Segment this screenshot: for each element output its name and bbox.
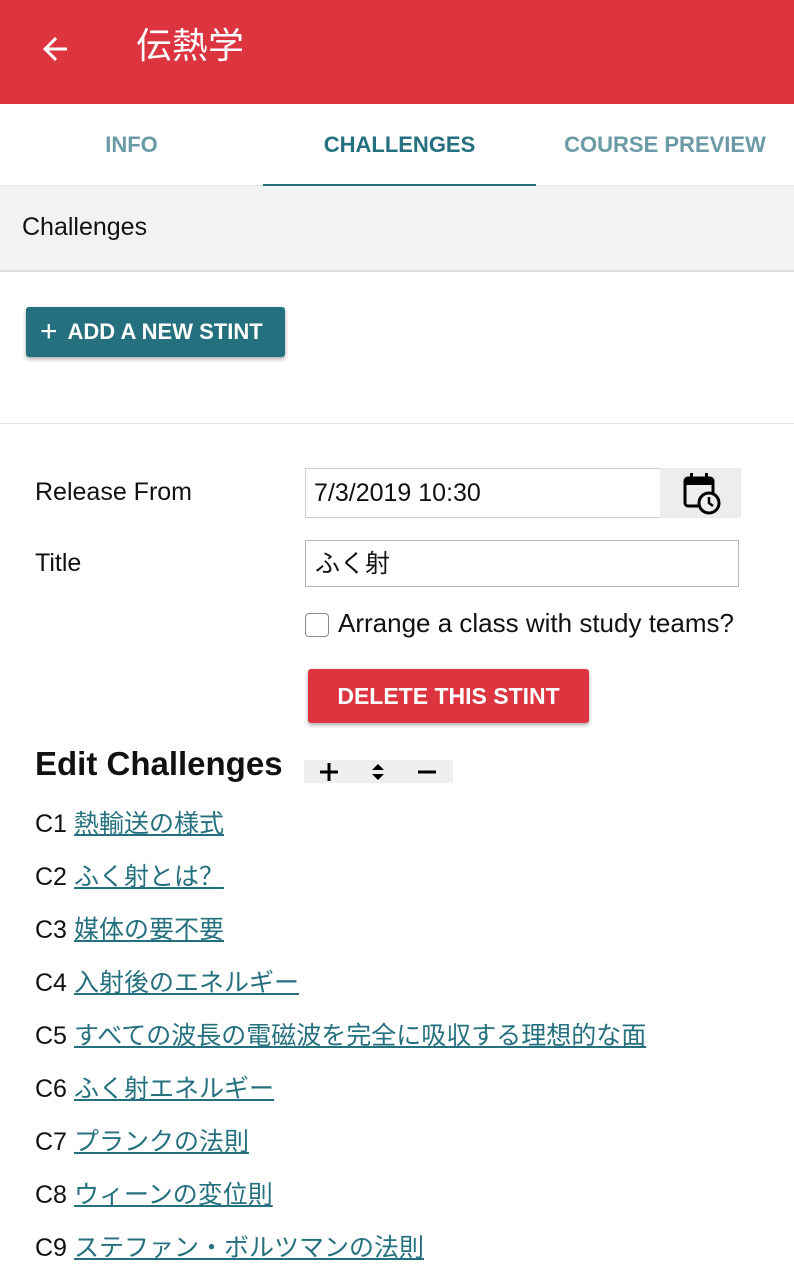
challenge-item: C5 すべての波長の電磁波を完全に吸収する理想的な面 xyxy=(35,1020,646,1052)
challenge-item: C8 ウィーンの変位則 xyxy=(35,1179,273,1211)
edit-challenges-heading: Edit Challenges xyxy=(35,745,283,782)
challenge-code: C6 xyxy=(35,1075,67,1103)
delete-stint-button[interactable]: DELETE THIS STINT xyxy=(308,669,589,723)
release-date-input[interactable]: 7/3/2019 10:30 xyxy=(305,468,660,518)
divider xyxy=(0,423,794,424)
tab-info[interactable]: INFO xyxy=(0,104,263,186)
section-title: Challenges xyxy=(22,213,148,241)
tab-course-preview[interactable]: COURSE PREVIEW xyxy=(536,104,794,186)
challenge-code: C5 xyxy=(35,1022,67,1050)
challenge-code: C8 xyxy=(35,1181,67,1209)
study-teams-checkbox[interactable] xyxy=(305,613,329,637)
challenge-item: C3 媒体の要不要 xyxy=(35,914,224,946)
challenge-item: C6 ふく射エネルギー xyxy=(35,1073,274,1105)
challenge-link[interactable]: プランクの法則 xyxy=(74,1127,249,1156)
tab-challenges[interactable]: CHALLENGES xyxy=(263,104,536,186)
sort-challenges-button[interactable] xyxy=(353,760,402,783)
plus-icon xyxy=(319,762,338,781)
challenge-link[interactable]: 媒体の要不要 xyxy=(74,915,224,944)
back-button[interactable] xyxy=(30,24,80,74)
app-bar: 伝熱学 xyxy=(0,0,794,104)
challenge-link[interactable]: ふく射とは？ xyxy=(74,862,224,891)
title-label: Title xyxy=(35,549,82,577)
challenge-link[interactable]: 入射後のエネルギー xyxy=(74,968,299,997)
challenge-item: C1 熱輸送の様式 xyxy=(35,808,224,840)
tab-bar: INFO CHALLENGES COURSE PREVIEW xyxy=(0,104,794,186)
challenge-link[interactable]: ウィーンの変位則 xyxy=(74,1180,273,1209)
remove-challenge-button[interactable] xyxy=(402,760,451,783)
challenge-item: C9 ステファン・ボルツマンの法則 xyxy=(35,1232,424,1264)
sort-icon xyxy=(371,763,384,780)
challenge-item: C2 ふく射とは？ xyxy=(35,861,224,893)
challenge-code: C3 xyxy=(35,916,67,944)
challenge-item: C7 プランクの法則 xyxy=(35,1126,249,1158)
challenge-link[interactable]: ふく射エネルギー xyxy=(74,1074,274,1103)
challenge-code: C9 xyxy=(35,1234,67,1262)
challenge-link[interactable]: ステファン・ボルツマンの法則 xyxy=(74,1233,424,1262)
title-input[interactable]: ふく射 xyxy=(305,540,739,587)
edit-toolbar xyxy=(304,760,453,783)
minus-icon xyxy=(417,770,436,773)
add-stint-button[interactable]: + ADD A NEW STINT xyxy=(26,307,285,357)
challenge-link[interactable]: 熱輸送の様式 xyxy=(74,809,224,838)
release-from-label: Release From xyxy=(35,478,192,506)
calendar-button[interactable] xyxy=(660,468,741,518)
challenge-code: C4 xyxy=(35,969,67,997)
challenge-link[interactable]: すべての波長の電磁波を完全に吸収する理想的な面 xyxy=(74,1021,646,1050)
arrow-left-icon xyxy=(43,37,67,61)
page-title: 伝熱学 xyxy=(136,26,245,67)
challenge-code: C1 xyxy=(35,810,67,838)
add-challenge-button[interactable] xyxy=(304,760,353,783)
study-teams-label[interactable]: Arrange a class with study teams? xyxy=(338,608,734,639)
section-header: Challenges xyxy=(0,186,794,272)
calendar-clock-icon xyxy=(683,473,720,515)
add-stint-label: ADD A NEW STINT xyxy=(67,319,263,344)
plus-icon: + xyxy=(40,315,58,348)
challenge-code: C2 xyxy=(35,863,67,891)
challenge-item: C4 入射後のエネルギー xyxy=(35,967,299,999)
challenge-code: C7 xyxy=(35,1128,67,1156)
